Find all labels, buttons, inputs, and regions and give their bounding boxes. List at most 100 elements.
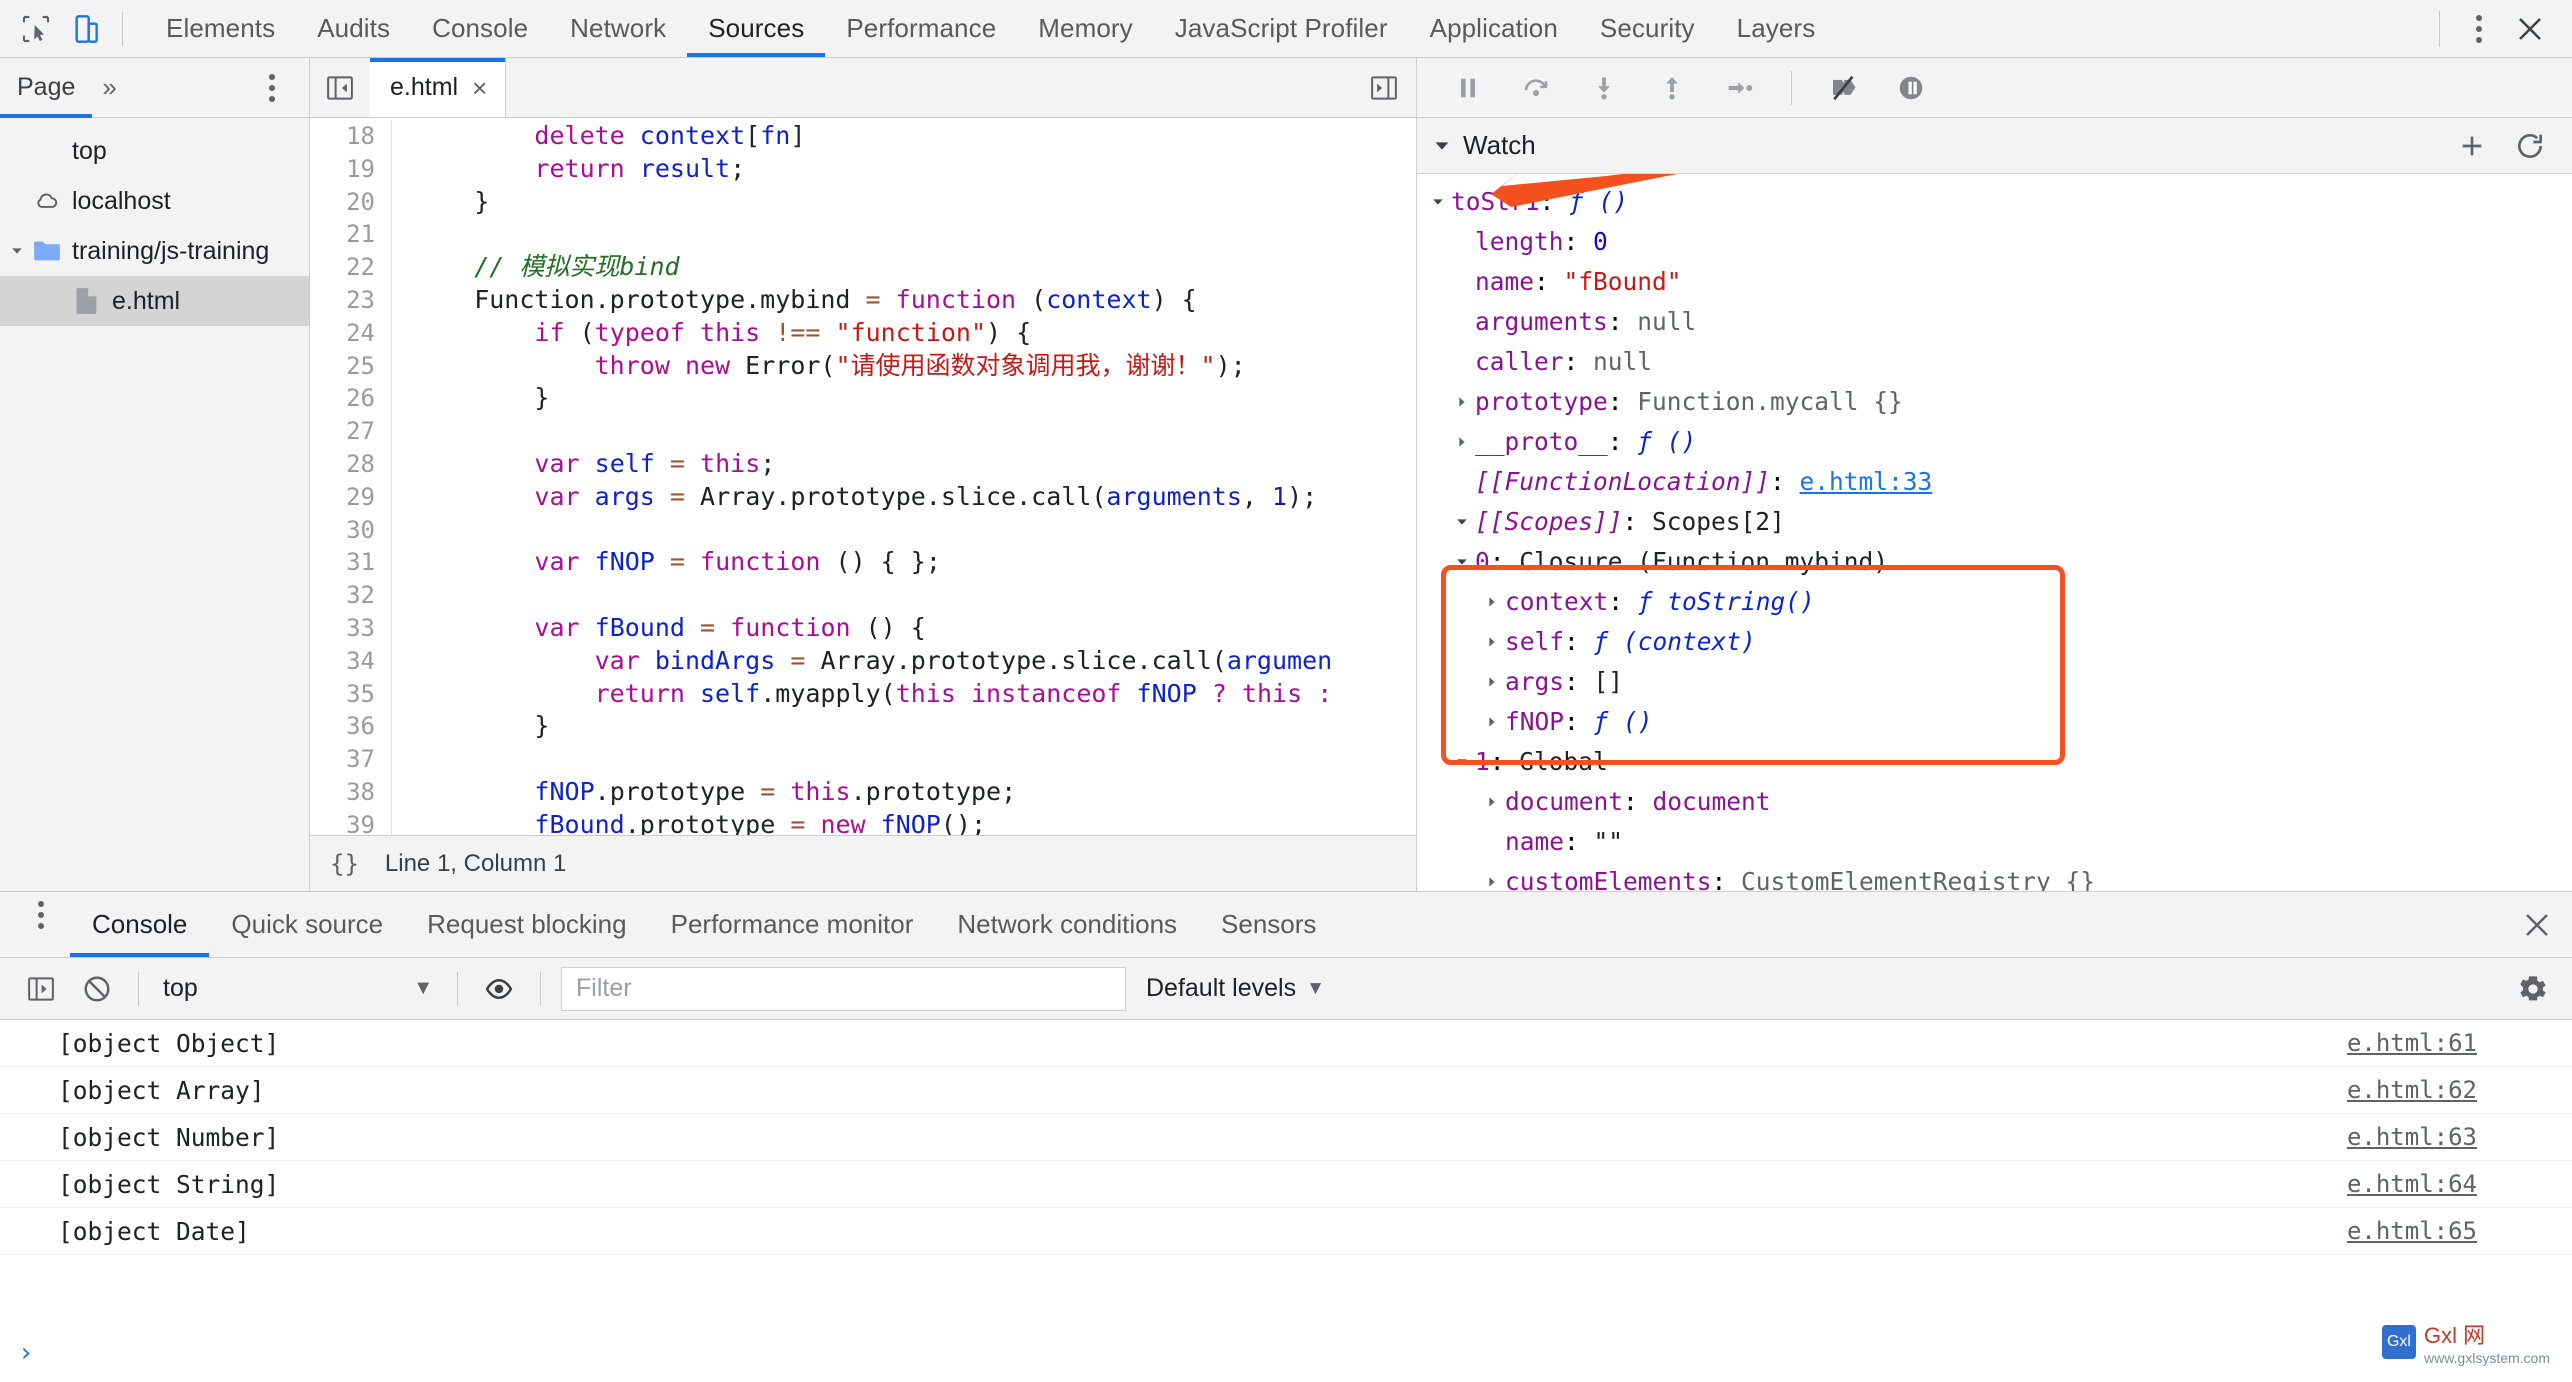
tab-sources[interactable]: Sources [687,0,826,57]
more-navigator-tabs-icon[interactable]: » [92,72,126,103]
line-number[interactable]: 33 [310,611,392,645]
close-icon[interactable]: × [472,75,487,101]
console-settings-gear-icon[interactable] [2506,964,2560,1014]
watch-row-arguments[interactable]: arguments: null [1417,302,2572,342]
chevron-right-icon[interactable] [1449,394,1475,410]
watch-row-document[interactable]: document: document [1417,782,2572,822]
console-sidebar-toggle-icon[interactable] [14,964,68,1014]
tree-item-localhost[interactable]: localhost [0,176,309,226]
watch-row-0[interactable]: 0: Closure (Function.mybind) [1417,542,2572,582]
tab-application[interactable]: Application [1409,0,1579,57]
tree-item-training-js-training[interactable]: training/js-training [0,226,309,276]
line-number[interactable]: 23 [310,283,392,317]
tab-security[interactable]: Security [1579,0,1716,57]
watch-row-length[interactable]: length: 0 [1417,222,2572,262]
line-number[interactable]: 21 [310,218,392,252]
console-message-source-link[interactable]: e.html:63 [2347,1123,2572,1151]
chevron-down-icon[interactable] [1449,754,1475,770]
watch-row-name[interactable]: name: "fBound" [1417,262,2572,302]
drawer-options-kebab-icon[interactable] [18,892,64,938]
line-number[interactable]: 34 [310,644,392,678]
tree-item-e-html[interactable]: e.html [0,276,309,326]
drawer-tab-console[interactable]: Console [70,892,210,957]
drawer-tab-request-blocking[interactable]: Request blocking [405,892,648,957]
chevron-down-icon[interactable] [1449,514,1475,530]
deactivate-breakpoints-icon[interactable] [1812,63,1874,113]
chevron-right-icon[interactable] [1479,634,1505,650]
drawer-tab-network-conditions[interactable]: Network conditions [935,892,1199,957]
clear-console-icon[interactable] [70,964,124,1014]
line-number[interactable]: 36 [310,710,392,744]
chevron-down-icon[interactable] [1449,554,1475,570]
console-message-source-link[interactable]: e.html:64 [2347,1170,2572,1198]
watch-row-caller[interactable]: caller: null [1417,342,2572,382]
resume-script-execution-icon[interactable] [1437,63,1499,113]
watch-row-Scopes[interactable]: [[Scopes]]: Scopes[2] [1417,502,2572,542]
line-number[interactable]: 25 [310,349,392,383]
pause-on-exceptions-icon[interactable] [1880,63,1942,113]
customize-devtools-kebab-icon[interactable] [2456,6,2502,52]
watch-row-prototype[interactable]: prototype: Function.mycall {} [1417,382,2572,422]
line-number[interactable]: 28 [310,447,392,481]
drawer-tab-quick-source[interactable]: Quick source [209,892,405,957]
step-icon[interactable] [1709,63,1771,113]
line-number[interactable]: 22 [310,251,392,284]
watch-row-self[interactable]: self: ƒ (context) [1417,622,2572,662]
console-message-source-link[interactable]: e.html:61 [2347,1029,2572,1057]
watch-expressions-tree[interactable]: toStr1: ƒ () length: 0 name: "fBound" argum… [1417,174,2572,891]
chevron-right-icon[interactable] [1479,674,1505,690]
line-number[interactable]: 26 [310,382,392,416]
tab-audits[interactable]: Audits [296,0,411,57]
close-devtools-icon[interactable] [2506,5,2554,53]
hide-navigator-icon[interactable] [310,58,370,117]
line-number[interactable]: 35 [310,677,392,711]
code-editor[interactable]: 18 delete context[fn] 19 return result; 20… [310,118,1416,835]
chevron-down-icon[interactable] [1425,194,1451,210]
watch-row-context[interactable]: context: ƒ toString() [1417,582,2572,622]
watch-row-__proto__[interactable]: __proto__: ƒ () [1417,422,2572,462]
line-number[interactable]: 24 [310,316,392,350]
refresh-watch-icon[interactable] [2506,122,2554,170]
drawer-tab-performance-monitor[interactable]: Performance monitor [649,892,936,957]
drawer-tab-sensors[interactable]: Sensors [1199,892,1338,957]
tree-item-top[interactable]: top [0,126,309,176]
watch-row-toStr1[interactable]: toStr1: ƒ () [1417,182,2572,222]
line-number[interactable]: 27 [310,415,392,448]
execution-context-select[interactable]: top ▼ [153,974,443,1003]
chevron-right-icon[interactable] [1479,874,1505,890]
close-drawer-icon[interactable] [2502,892,2572,957]
console-prompt[interactable]: › [0,1324,2572,1382]
watch-row-args[interactable]: args: [] [1417,662,2572,702]
console-message-list[interactable]: [object Object] e.html:61 [object Array] e.… [0,1020,2572,1324]
inspect-element-icon[interactable] [14,7,58,51]
step-into-next-function-call-icon[interactable] [1573,63,1635,113]
line-number[interactable]: 18 [310,120,392,153]
chevron-right-icon[interactable] [1479,594,1505,610]
watch-property-value[interactable]: e.html:33 [1800,462,1933,502]
tab-javascript-profiler[interactable]: JavaScript Profiler [1154,0,1409,57]
line-number[interactable]: 31 [310,546,392,580]
chevron-down-icon[interactable] [4,243,30,259]
add-watch-expression-icon[interactable] [2448,122,2496,170]
tab-elements[interactable]: Elements [145,0,296,57]
line-number[interactable]: 32 [310,579,392,612]
line-number[interactable]: 20 [310,185,392,219]
tab-performance[interactable]: Performance [825,0,1017,57]
line-number[interactable]: 37 [310,743,392,776]
chevron-right-icon[interactable] [1449,434,1475,450]
watch-row-name[interactable]: name: "" [1417,822,2572,862]
step-out-of-current-function-icon[interactable] [1641,63,1703,113]
watch-row-FunctionLocation[interactable]: [[FunctionLocation]]: e.html:33 [1417,462,2572,502]
live-expression-eye-icon[interactable] [472,964,526,1014]
line-number[interactable]: 30 [310,513,392,547]
line-number[interactable]: 38 [310,775,392,809]
console-message-source-link[interactable]: e.html:62 [2347,1076,2572,1104]
line-number[interactable]: 19 [310,152,392,186]
console-log-levels-select[interactable]: Default levels ▼ [1146,974,1325,1003]
chevron-right-icon[interactable] [1479,794,1505,810]
tab-network[interactable]: Network [549,0,687,57]
line-number[interactable]: 39 [310,808,392,835]
step-over-next-function-call-icon[interactable] [1505,63,1567,113]
watch-section-header[interactable]: Watch [1417,118,2572,174]
toggle-device-toolbar-icon[interactable] [64,7,108,51]
